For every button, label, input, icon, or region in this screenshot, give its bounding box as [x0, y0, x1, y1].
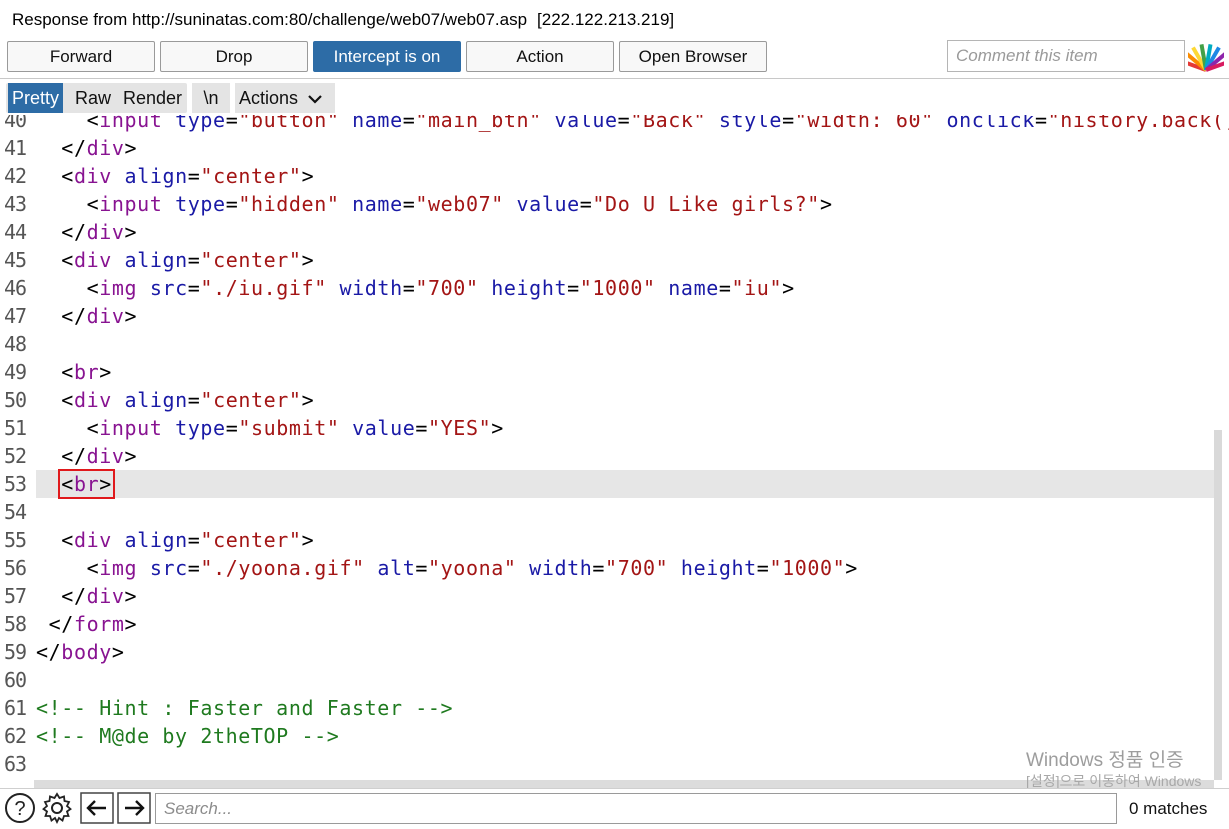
- actions-label: Actions: [239, 88, 299, 108]
- code-line[interactable]: </div>: [36, 218, 1214, 246]
- code-line[interactable]: </div>: [36, 302, 1214, 330]
- line-number: 48: [4, 332, 27, 356]
- line-number: 63: [4, 752, 27, 776]
- code-line[interactable]: [36, 330, 1214, 358]
- line-number: 45: [4, 248, 27, 272]
- code-line[interactable]: <br>: [36, 358, 1214, 386]
- code-line[interactable]: </div>: [36, 442, 1214, 470]
- code-line[interactable]: <div align="center">: [36, 386, 1214, 414]
- previous-match-button[interactable]: [80, 792, 114, 824]
- line-number: 60: [4, 668, 27, 692]
- tab-pretty[interactable]: Pretty: [8, 83, 64, 113]
- code-line[interactable]: <input type="hidden" name="web07" value=…: [36, 190, 1214, 218]
- newline-label: \n: [203, 88, 219, 108]
- code-line[interactable]: <input type="button" name="main_btn" val…: [36, 115, 1229, 134]
- code-line[interactable]: </form>: [36, 610, 1214, 638]
- line-number: 43: [4, 192, 27, 216]
- line-number: 53: [4, 472, 27, 496]
- line-number: 56: [4, 556, 27, 580]
- line-number: 50: [4, 388, 27, 412]
- chevron-down-icon: [308, 95, 322, 104]
- vertical-scrollbar[interactable]: [1214, 430, 1222, 780]
- response-title: Response from http://suninatas.com:80/ch…: [12, 10, 528, 29]
- code-line[interactable]: <div align="center">: [36, 246, 1214, 274]
- line-number: 51: [4, 416, 27, 440]
- code-line[interactable]: [36, 666, 1214, 694]
- line-number: 40: [4, 115, 27, 132]
- drop-button[interactable]: Drop: [160, 41, 308, 72]
- newline-toggle-button[interactable]: \n: [192, 83, 230, 113]
- line-number: 61: [4, 696, 27, 720]
- code-line[interactable]: <!-- Hint : Faster and Faster -->: [36, 694, 1214, 722]
- intercept-toolbar: Forward Drop Intercept is on Action Open…: [0, 40, 1229, 78]
- svg-text:?: ?: [14, 798, 25, 820]
- line-number: 47: [4, 304, 27, 328]
- message-editor[interactable]: 40 <input type="button" name="main_btn" …: [0, 115, 1229, 788]
- intercept-toggle-button[interactable]: Intercept is on: [313, 41, 461, 72]
- activation-watermark-title: Windows 정품 인증: [1026, 750, 1184, 771]
- line-number: 44: [4, 220, 27, 244]
- line-number: 41: [4, 136, 27, 160]
- code-line[interactable]: </div>: [36, 134, 1214, 162]
- tab-render[interactable]: Render: [119, 83, 186, 113]
- line-number: 57: [4, 584, 27, 608]
- code-line[interactable]: <img src="./yoona.gif" alt="yoona" width…: [36, 554, 1214, 582]
- window-title-bar: Response from http://suninatas.com:80/ch…: [0, 0, 1229, 40]
- code-line[interactable]: </div>: [36, 582, 1214, 610]
- code-line-current[interactable]: <br>: [36, 469, 1214, 499]
- open-browser-button[interactable]: Open Browser: [619, 41, 767, 72]
- line-number: 46: [4, 276, 27, 300]
- tab-raw[interactable]: Raw: [71, 83, 115, 113]
- actions-dropdown[interactable]: Actions: [235, 83, 335, 113]
- line-number: 55: [4, 528, 27, 552]
- forward-button[interactable]: Forward: [7, 41, 155, 72]
- settings-gear-icon[interactable]: [41, 792, 73, 824]
- line-number: 59: [4, 640, 27, 664]
- code-line[interactable]: <div align="center">: [36, 526, 1214, 554]
- line-number: 42: [4, 164, 27, 188]
- help-icon[interactable]: ?: [4, 792, 36, 824]
- view-tabs-bar: Pretty Raw Render \n Actions: [0, 79, 1229, 115]
- code-line[interactable]: <img src="./iu.gif" width="700" height="…: [36, 274, 1214, 302]
- line-number: 54: [4, 500, 27, 524]
- match-count: 0 matches: [1129, 799, 1208, 818]
- code-line[interactable]: <input type="submit" value="YES">: [36, 414, 1214, 442]
- comment-input[interactable]: [947, 40, 1185, 72]
- code-line[interactable]: </body>: [36, 638, 1214, 666]
- search-input[interactable]: [155, 793, 1117, 824]
- line-number: 49: [4, 360, 27, 384]
- response-ip: [222.122.213.219]: [537, 10, 675, 29]
- action-button[interactable]: Action: [466, 41, 614, 72]
- code-line[interactable]: <div align="center">: [36, 162, 1214, 190]
- highlight-fan-icon[interactable]: [1188, 40, 1224, 74]
- next-match-button[interactable]: [117, 792, 151, 824]
- search-bar: ? 0 matches: [0, 788, 1229, 829]
- line-number: 52: [4, 444, 27, 468]
- line-number: 62: [4, 724, 27, 748]
- code-line[interactable]: [36, 498, 1214, 526]
- line-number: 58: [4, 612, 27, 636]
